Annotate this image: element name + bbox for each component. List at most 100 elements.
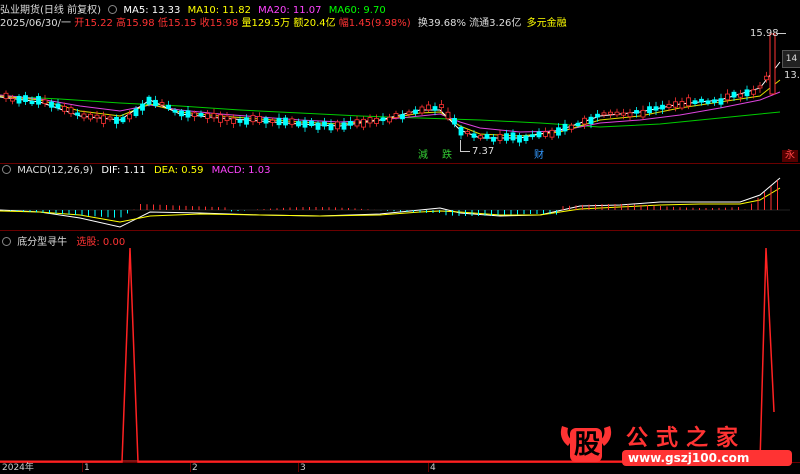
candle — [250, 112, 256, 126]
candle — [458, 124, 464, 140]
candle — [627, 108, 633, 121]
tick-4 — [428, 463, 429, 472]
macd-header: MACD(12,26,9) DIF: 1.11 DEA: 0.59 MACD: … — [0, 165, 800, 177]
candle — [107, 113, 113, 122]
candle — [530, 130, 535, 140]
candle — [608, 109, 613, 118]
candle — [367, 114, 373, 128]
candle — [465, 129, 470, 137]
candle — [744, 85, 750, 101]
candle — [699, 96, 704, 106]
candle — [133, 106, 139, 118]
candle — [276, 113, 282, 129]
high-price-label: 15.98 — [750, 28, 779, 39]
candle — [764, 71, 769, 83]
candle — [179, 108, 184, 121]
candle — [484, 131, 490, 141]
candle — [309, 117, 314, 128]
badge-reduce[interactable]: 減 — [418, 150, 428, 162]
candle — [400, 110, 405, 123]
candle — [588, 114, 594, 129]
candle — [159, 99, 165, 108]
candle — [322, 117, 327, 130]
candle — [218, 111, 223, 128]
tick-2 — [190, 463, 191, 472]
candle — [673, 97, 678, 112]
indicator-header: 底分型寻牛 选股: 0.00 — [0, 233, 800, 248]
candle — [231, 114, 236, 128]
candle — [257, 112, 262, 125]
candle — [354, 115, 360, 129]
badge-forever[interactable]: 永 — [782, 150, 798, 162]
candle — [140, 100, 145, 115]
candle — [491, 133, 496, 145]
candle — [283, 114, 288, 129]
macd-title[interactable]: MACD(12,26,9) — [17, 165, 93, 176]
low-pointer-v — [460, 140, 461, 152]
candle — [36, 93, 41, 108]
candle — [419, 104, 425, 115]
candle — [29, 96, 35, 107]
candle — [374, 114, 379, 127]
candle — [120, 114, 126, 125]
candle — [224, 112, 230, 125]
candle — [634, 106, 639, 118]
watermark-char: 股 — [573, 430, 600, 460]
candle — [640, 105, 646, 120]
tick-1 — [82, 463, 83, 472]
high-pointer — [776, 33, 786, 34]
candle — [471, 130, 477, 141]
time-label-2: 2 — [192, 463, 198, 473]
candle — [660, 100, 665, 115]
candle — [536, 128, 542, 139]
candle — [341, 117, 347, 133]
candle — [569, 122, 574, 133]
candle — [510, 129, 516, 144]
candle — [289, 116, 295, 128]
badge-limit-down[interactable]: 跌 — [442, 150, 452, 162]
candle — [718, 93, 724, 108]
time-label-year: 2024年 — [2, 463, 34, 473]
candle — [192, 110, 197, 122]
candle — [380, 113, 386, 125]
candle — [172, 107, 178, 116]
candle — [712, 96, 717, 106]
candle — [302, 117, 308, 132]
candle — [263, 115, 269, 129]
candle — [666, 100, 672, 112]
candle — [406, 109, 412, 118]
candle — [653, 101, 659, 116]
candle — [81, 110, 87, 122]
candle — [42, 94, 48, 107]
candle — [348, 116, 353, 130]
candle — [686, 94, 691, 110]
indicator-settings-icon[interactable] — [2, 237, 11, 246]
candle — [692, 97, 698, 107]
candle — [647, 102, 652, 116]
candle — [270, 117, 275, 127]
candle — [10, 94, 15, 105]
candle — [211, 108, 217, 122]
candle — [757, 82, 763, 93]
indicator-title[interactable]: 底分型寻牛 — [17, 237, 67, 248]
candle — [614, 108, 620, 118]
candle — [205, 110, 210, 124]
candle — [328, 119, 334, 134]
macd-settings-icon[interactable] — [2, 165, 11, 174]
low-pointer — [460, 151, 470, 152]
candle — [679, 97, 685, 111]
candle — [738, 89, 743, 102]
candle — [146, 95, 152, 107]
time-label-3: 3 — [300, 463, 306, 473]
candle — [296, 118, 301, 129]
candle — [497, 130, 503, 144]
watermark-logo: 股 公式之家 www.gszj100.com — [556, 416, 796, 472]
candle — [361, 116, 366, 131]
zoom-button[interactable]: 14 — [782, 50, 800, 68]
candle — [562, 119, 568, 135]
candle — [478, 133, 483, 141]
tick-3 — [298, 463, 299, 472]
low-price-label: 7.37 — [472, 146, 495, 157]
candle — [185, 105, 191, 122]
badge-finance[interactable]: 财 — [534, 150, 544, 162]
